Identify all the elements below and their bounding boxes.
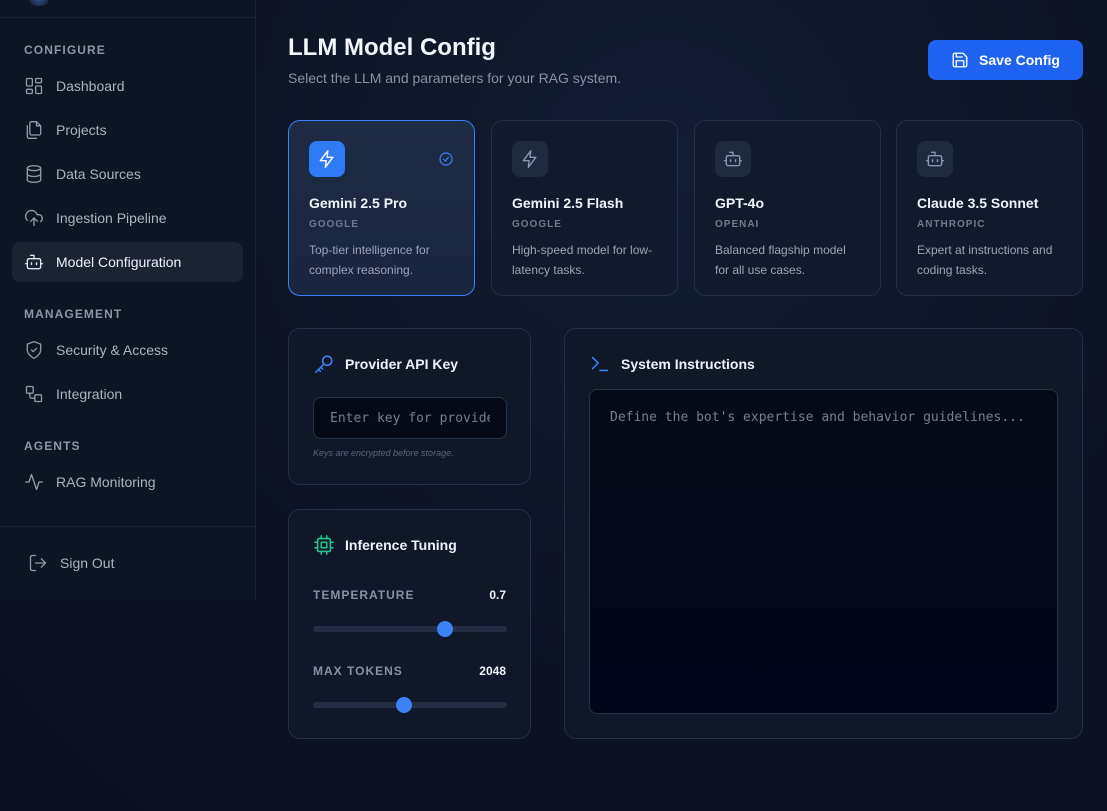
sidebar-item-label: Dashboard xyxy=(56,78,125,94)
sidebar-item-dashboard[interactable]: Dashboard xyxy=(12,66,243,106)
inference-tuning-header: Inference Tuning xyxy=(313,534,457,556)
model-description: Balanced flagship model for all use case… xyxy=(715,243,846,277)
log-out-icon xyxy=(29,554,47,572)
model-provider: ANTHROPIC xyxy=(917,219,986,230)
model-card-claude-3-5-sonnet[interactable]: Claude 3.5 Sonnet ANTHROPIC Expert at in… xyxy=(896,120,1083,296)
bolt-icon xyxy=(309,141,345,177)
cloud-upload-icon xyxy=(24,208,44,228)
bot-icon xyxy=(24,252,44,272)
bot-icon xyxy=(715,141,751,177)
shield-icon xyxy=(24,340,44,360)
sidebar-item-label: Data Sources xyxy=(56,166,141,182)
sidebar-item-label: Integration xyxy=(56,386,123,402)
sign-out-label: Sign Out xyxy=(60,555,115,571)
section-label-configure: CONFIGURE xyxy=(24,43,106,57)
save-config-button[interactable]: Save Config xyxy=(928,40,1083,80)
model-provider: GOOGLE xyxy=(512,219,562,230)
sidebar-item-label: Projects xyxy=(56,122,107,138)
temperature-label: TEMPERATURE xyxy=(313,588,415,602)
max-tokens-value: 2048 xyxy=(479,664,506,678)
model-name: GPT-4o xyxy=(715,195,765,211)
model-name: Gemini 2.5 Pro xyxy=(309,195,408,211)
terminal-icon xyxy=(591,356,609,372)
system-instructions-panel: System Instructions xyxy=(564,328,1083,739)
model-description: Top-tier intelligence for complex reason… xyxy=(309,243,430,277)
model-provider: OPENAI xyxy=(715,219,760,230)
sidebar-item-model-configuration[interactable]: Model Configuration xyxy=(12,242,243,282)
api-key-panel-header: Provider API Key xyxy=(313,353,458,375)
projects-icon xyxy=(24,120,44,140)
model-description: Expert at instructions and coding tasks. xyxy=(917,243,1053,277)
system-instructions-title: System Instructions xyxy=(621,356,755,372)
sidebar-item-label: Model Configuration xyxy=(56,254,182,270)
model-card-gpt-4o[interactable]: GPT-4o OPENAI Balanced flagship model fo… xyxy=(694,120,881,296)
activity-icon xyxy=(24,472,44,492)
bolt-icon xyxy=(512,141,548,177)
sidebar-item-security-access[interactable]: Security & Access xyxy=(12,330,243,370)
sidebar-header xyxy=(0,0,255,18)
api-key-input[interactable] xyxy=(313,397,507,439)
sidebar-item-label: Security & Access xyxy=(56,342,169,358)
inference-tuning-panel: Inference Tuning TEMPERATURE 0.7 MAX TOK… xyxy=(288,509,531,739)
save-icon xyxy=(952,52,968,68)
inference-tuning-title: Inference Tuning xyxy=(345,537,457,553)
save-config-label: Save Config xyxy=(979,52,1060,68)
temperature-slider[interactable] xyxy=(313,621,507,637)
section-label-agents: AGENTS xyxy=(24,439,81,453)
model-card-gemini-2-5-pro[interactable]: Gemini 2.5 Pro GOOGLE Top-tier intellige… xyxy=(288,120,475,296)
model-name: Gemini 2.5 Flash xyxy=(512,195,624,211)
logo-icon xyxy=(26,0,52,6)
key-icon xyxy=(314,355,333,374)
chip-icon xyxy=(314,535,334,555)
system-instructions-header: System Instructions xyxy=(589,353,755,375)
max-tokens-label: MAX TOKENS xyxy=(313,664,403,678)
sidebar: CONFIGURE Dashboard Projects Data Source… xyxy=(0,0,256,600)
sidebar-item-label: RAG Monitoring xyxy=(56,474,156,490)
temperature-slider-thumb[interactable] xyxy=(436,621,453,637)
api-key-title: Provider API Key xyxy=(345,356,459,372)
system-instructions-textarea[interactable] xyxy=(589,389,1058,714)
integration-icon xyxy=(24,384,44,404)
sidebar-item-ingestion-pipeline[interactable]: Ingestion Pipeline xyxy=(12,198,243,238)
max-tokens-slider[interactable] xyxy=(313,697,507,713)
model-card-gemini-2-5-flash[interactable]: Gemini 2.5 Flash GOOGLE High-speed model… xyxy=(491,120,678,296)
page-title: LLM Model Config xyxy=(288,34,496,61)
check-circle-icon xyxy=(438,151,454,167)
sidebar-divider xyxy=(0,526,255,527)
sidebar-item-projects[interactable]: Projects xyxy=(12,110,243,150)
sidebar-item-integration[interactable]: Integration xyxy=(12,374,243,414)
sidebar-item-label: Ingestion Pipeline xyxy=(56,210,167,226)
dashboard-icon xyxy=(24,76,44,96)
api-key-panel: Provider API Key Keys are encrypted befo… xyxy=(288,328,531,485)
app-root: CONFIGURE Dashboard Projects Data Source… xyxy=(0,0,1107,811)
bot-icon xyxy=(917,141,953,177)
api-key-hint: Keys are encrypted before storage. xyxy=(313,448,454,458)
sidebar-item-data-sources[interactable]: Data Sources xyxy=(12,154,243,194)
model-description: High-speed model for low-latency tasks. xyxy=(512,243,653,277)
database-icon xyxy=(24,164,44,184)
model-provider: GOOGLE xyxy=(309,219,359,230)
page-subtitle: Select the LLM and parameters for your R… xyxy=(288,70,622,86)
max-tokens-slider-thumb[interactable] xyxy=(396,697,413,713)
sign-out-button[interactable]: Sign Out xyxy=(16,543,247,583)
temperature-value: 0.7 xyxy=(489,588,506,602)
section-label-management: MANAGEMENT xyxy=(24,307,123,321)
sidebar-item-rag-monitoring[interactable]: RAG Monitoring xyxy=(12,462,243,502)
model-name: Claude 3.5 Sonnet xyxy=(917,195,1039,211)
